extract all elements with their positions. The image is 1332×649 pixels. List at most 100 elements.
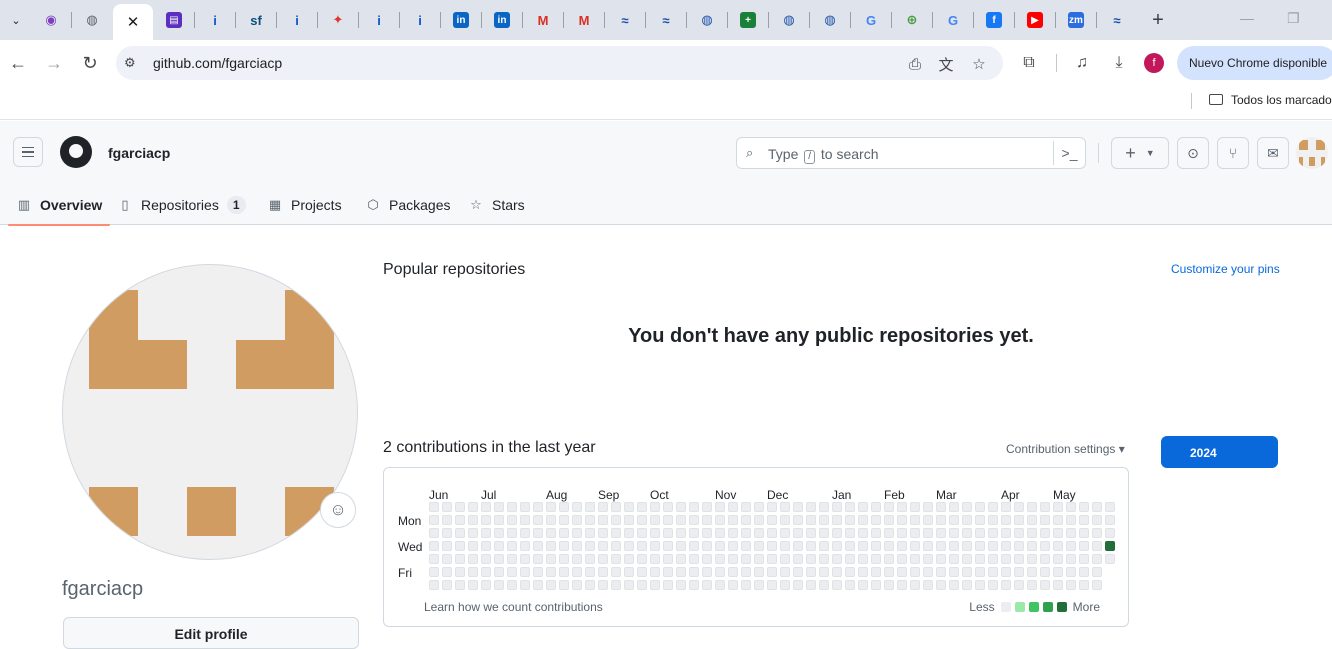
hamburger-menu-button[interactable] bbox=[13, 137, 43, 167]
contribution-cell[interactable] bbox=[520, 580, 530, 590]
contribution-cell[interactable] bbox=[1066, 567, 1076, 577]
contribution-cell[interactable] bbox=[715, 502, 725, 512]
issues-button[interactable]: ⊙ bbox=[1177, 137, 1209, 169]
browser-tab[interactable]: i bbox=[196, 6, 234, 34]
contribution-cell[interactable] bbox=[455, 515, 465, 525]
download-icon[interactable]: ⤓ bbox=[1108, 52, 1130, 74]
bookmark-star-icon[interactable]: ☆ bbox=[969, 54, 989, 74]
contribution-cell[interactable] bbox=[1066, 528, 1076, 538]
contribution-cell[interactable] bbox=[533, 554, 543, 564]
contribution-cell[interactable] bbox=[546, 541, 556, 551]
contribution-cell[interactable] bbox=[1105, 554, 1115, 564]
contribution-cell[interactable] bbox=[858, 580, 868, 590]
contribution-cell[interactable] bbox=[650, 580, 660, 590]
tab-repositories[interactable]: ▯ Repositories 1 bbox=[117, 184, 246, 225]
contribution-cell[interactable] bbox=[1053, 541, 1063, 551]
contribution-cell[interactable] bbox=[559, 528, 569, 538]
contribution-cell[interactable] bbox=[1040, 502, 1050, 512]
contribution-cell[interactable] bbox=[871, 580, 881, 590]
contribution-cell[interactable] bbox=[832, 554, 842, 564]
contribution-cell[interactable] bbox=[663, 502, 673, 512]
contribution-cell[interactable] bbox=[897, 528, 907, 538]
contribution-cell[interactable] bbox=[520, 541, 530, 551]
contribution-cell[interactable] bbox=[572, 515, 582, 525]
restore-icon[interactable]: ❐ bbox=[1287, 10, 1300, 27]
contribution-cell[interactable] bbox=[806, 567, 816, 577]
contribution-cell[interactable] bbox=[728, 528, 738, 538]
contribution-cell[interactable] bbox=[988, 528, 998, 538]
contribution-cell[interactable] bbox=[897, 567, 907, 577]
contribution-cell[interactable] bbox=[663, 580, 673, 590]
contribution-cell[interactable] bbox=[611, 515, 621, 525]
contribution-cell[interactable] bbox=[546, 515, 556, 525]
browser-tab[interactable]: ◍ bbox=[770, 6, 808, 34]
year-2024-button[interactable]: 2024 bbox=[1161, 436, 1278, 468]
contribution-cell[interactable] bbox=[663, 554, 673, 564]
minimize-icon[interactable]: — bbox=[1240, 10, 1254, 26]
contribution-cell[interactable] bbox=[520, 567, 530, 577]
contribution-settings-dropdown[interactable]: Contribution settings ▾ bbox=[1006, 442, 1125, 456]
contribution-cell[interactable] bbox=[741, 541, 751, 551]
contribution-cell[interactable] bbox=[754, 580, 764, 590]
contribution-cell[interactable] bbox=[962, 528, 972, 538]
contribution-cell[interactable] bbox=[533, 502, 543, 512]
contribution-cell[interactable] bbox=[858, 567, 868, 577]
back-icon[interactable]: ← bbox=[6, 51, 30, 75]
contribution-cell[interactable] bbox=[1014, 528, 1024, 538]
contribution-cell[interactable] bbox=[611, 502, 621, 512]
chrome-update-button[interactable]: Nuevo Chrome disponible bbox=[1177, 46, 1332, 80]
contribution-cell[interactable] bbox=[962, 515, 972, 525]
contribution-cell[interactable] bbox=[585, 502, 595, 512]
contribution-cell[interactable] bbox=[975, 554, 985, 564]
browser-tab[interactable]: ✦ bbox=[319, 6, 357, 34]
all-bookmarks-folder[interactable]: Todos los marcadores bbox=[1209, 93, 1332, 107]
contribution-cell[interactable] bbox=[767, 554, 777, 564]
contribution-cell[interactable] bbox=[494, 502, 504, 512]
contribution-cell[interactable] bbox=[936, 515, 946, 525]
contribution-cell[interactable] bbox=[754, 502, 764, 512]
contribution-cell[interactable] bbox=[897, 502, 907, 512]
contribution-cell[interactable] bbox=[988, 502, 998, 512]
contribution-cell[interactable] bbox=[572, 554, 582, 564]
contribution-cell[interactable] bbox=[1001, 541, 1011, 551]
contribution-cell[interactable] bbox=[442, 541, 452, 551]
reload-icon[interactable]: ↻ bbox=[78, 51, 102, 75]
contribution-cell[interactable] bbox=[923, 502, 933, 512]
contribution-cell[interactable] bbox=[949, 502, 959, 512]
browser-tab[interactable]: ≈ bbox=[647, 6, 685, 34]
browser-tab[interactable]: + bbox=[729, 6, 767, 34]
contribution-cell[interactable] bbox=[442, 580, 452, 590]
contribution-cell[interactable] bbox=[884, 580, 894, 590]
contribution-cell[interactable] bbox=[806, 554, 816, 564]
contribution-cell[interactable] bbox=[689, 567, 699, 577]
contribution-cell[interactable] bbox=[871, 567, 881, 577]
contribution-cell[interactable] bbox=[780, 567, 790, 577]
contribution-cell[interactable] bbox=[572, 567, 582, 577]
contribution-cell[interactable] bbox=[728, 554, 738, 564]
contribution-cell[interactable] bbox=[741, 554, 751, 564]
contribution-cell[interactable] bbox=[975, 528, 985, 538]
contribution-cell[interactable] bbox=[1066, 554, 1076, 564]
tab-search-chevron-icon[interactable]: ⌄ bbox=[4, 8, 28, 32]
contribution-cell[interactable] bbox=[494, 554, 504, 564]
contribution-cell[interactable] bbox=[819, 567, 829, 577]
site-settings-icon[interactable]: ⚙ bbox=[124, 55, 140, 71]
contribution-cell[interactable] bbox=[1079, 528, 1089, 538]
contribution-cell[interactable] bbox=[442, 554, 452, 564]
contribution-cell[interactable] bbox=[884, 541, 894, 551]
contribution-cell[interactable] bbox=[910, 528, 920, 538]
contribution-cell[interactable] bbox=[611, 541, 621, 551]
contribution-cell[interactable] bbox=[468, 541, 478, 551]
contribution-cell[interactable] bbox=[806, 580, 816, 590]
contribution-cell[interactable] bbox=[533, 541, 543, 551]
contribution-cell[interactable] bbox=[754, 528, 764, 538]
contribution-cell[interactable] bbox=[585, 567, 595, 577]
contribution-cell[interactable] bbox=[819, 502, 829, 512]
contribution-cell[interactable] bbox=[923, 567, 933, 577]
contribution-cell[interactable] bbox=[624, 541, 634, 551]
contribution-cell[interactable] bbox=[1092, 515, 1102, 525]
contribution-cell[interactable] bbox=[533, 567, 543, 577]
contribution-cell[interactable] bbox=[715, 554, 725, 564]
contribution-cell[interactable] bbox=[676, 580, 686, 590]
contribution-cell[interactable] bbox=[754, 554, 764, 564]
